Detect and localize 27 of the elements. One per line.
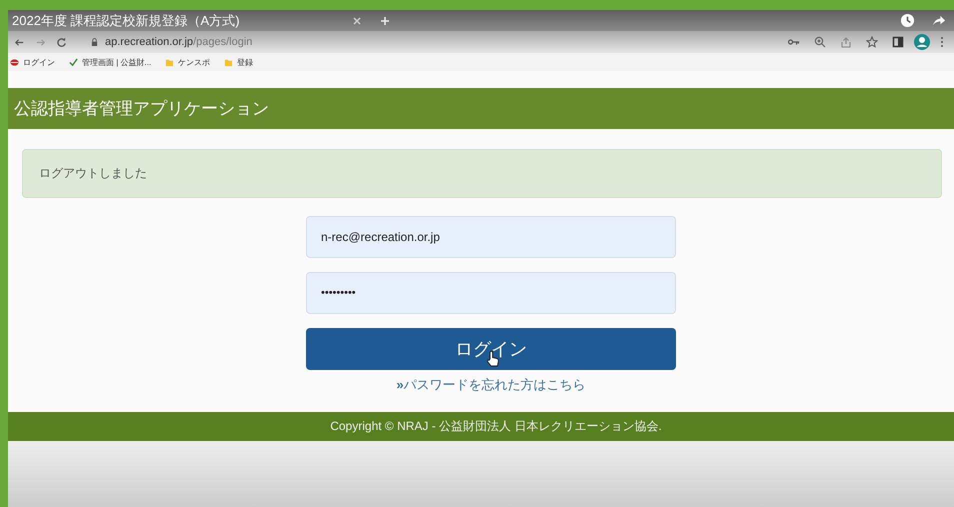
- lock-icon: [91, 38, 98, 46]
- star-icon[interactable]: [866, 36, 878, 48]
- new-tab-icon[interactable]: [380, 16, 390, 26]
- bookmark[interactable]: ログイン: [10, 56, 55, 68]
- zoom-icon[interactable]: [814, 36, 826, 48]
- folder-icon: [165, 58, 174, 66]
- bookmark[interactable]: ケンスポ: [165, 56, 210, 68]
- checkmark-icon: [69, 58, 78, 66]
- password-field[interactable]: •••••••••: [306, 272, 676, 314]
- side-panel-icon[interactable]: [892, 36, 904, 48]
- menu-icon[interactable]: [940, 36, 944, 48]
- close-icon[interactable]: [352, 16, 362, 26]
- forgot-password-link[interactable]: »パスワードを忘れた方はこちら: [306, 376, 676, 394]
- clock-icon[interactable]: [900, 13, 915, 28]
- reload-icon[interactable]: [56, 36, 67, 48]
- logout-alert: ログアウトしました: [22, 149, 942, 198]
- share-arrow-icon[interactable]: [931, 13, 946, 28]
- login-button[interactable]: ログイン: [306, 328, 676, 370]
- address-bar[interactable]: ap.recreation.or.jp/pages/login: [77, 36, 252, 48]
- folder-icon: [224, 58, 234, 66]
- bookmark[interactable]: 登録: [224, 56, 254, 68]
- bookmark[interactable]: 管理画面 | 公益財...: [69, 56, 152, 68]
- app-header: 公認指導者管理アプリケーション: [8, 88, 954, 129]
- back-icon[interactable]: [14, 36, 25, 48]
- footer: Copyright © NRAJ - 公益財団法人 日本レクリエーション協会.: [8, 412, 954, 441]
- email-field[interactable]: n-rec@recreation.or.jp: [306, 216, 676, 258]
- profile-avatar-icon[interactable]: [914, 34, 930, 50]
